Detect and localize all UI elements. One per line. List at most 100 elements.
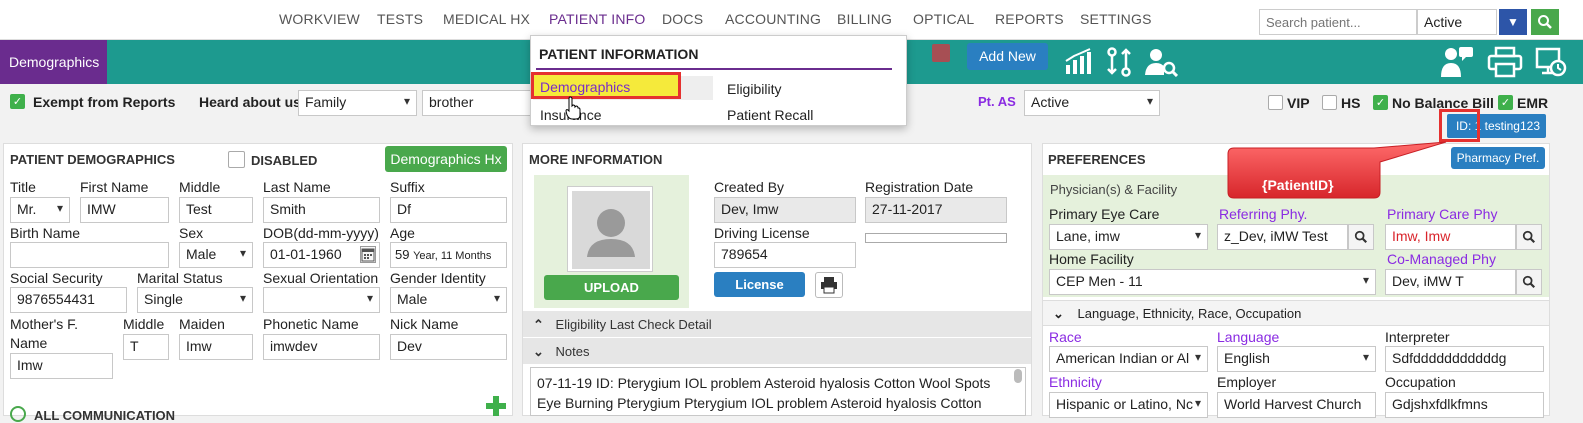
ethnicity-label: Ethnicity: [1049, 374, 1102, 390]
nav-billing[interactable]: BILLING: [837, 11, 892, 27]
orientation-select[interactable]: [263, 287, 380, 313]
add-icon[interactable]: [486, 396, 506, 416]
preferences-title: PREFERENCES: [1048, 152, 1146, 167]
nav-tests[interactable]: TESTS: [377, 11, 423, 27]
middle-input[interactable]: Test: [179, 197, 253, 223]
title-label: Title: [10, 179, 36, 195]
interpreter-input[interactable]: Sdfdddddddddddg: [1385, 346, 1544, 372]
referring-input[interactable]: z_Dev, iMW Test: [1217, 224, 1348, 250]
employer-input[interactable]: World Harvest Church: [1217, 392, 1376, 418]
pcp-label: Primary Care Phy: [1387, 206, 1498, 222]
birth-name-input[interactable]: [10, 242, 169, 268]
suffix-input[interactable]: Df: [390, 197, 507, 223]
language-label: Language: [1217, 329, 1280, 345]
orientation-label: Sexual Orientation: [263, 270, 379, 286]
mothers-name-input[interactable]: Imw: [10, 353, 113, 379]
referring-search-button[interactable]: [1348, 224, 1374, 250]
tab-demographics[interactable]: Demographics: [0, 40, 107, 84]
disabled-label: DISABLED: [251, 153, 318, 168]
status-select[interactable]: Active: [1417, 9, 1497, 35]
nav-settings[interactable]: SETTINGS: [1080, 11, 1152, 27]
nav-optical[interactable]: OPTICAL: [913, 11, 974, 27]
reg-date-field: 27-11-2017: [865, 197, 1007, 223]
search-button[interactable]: [1531, 9, 1559, 35]
demographics-hx-button[interactable]: Demographics Hx: [385, 146, 507, 172]
first-name-input[interactable]: IMW: [80, 197, 169, 223]
phonetic-label: Phonetic Name: [263, 316, 359, 332]
no-balance-checkbox[interactable]: ✓: [1373, 95, 1388, 110]
gender-select[interactable]: Male: [390, 287, 507, 313]
notes-section[interactable]: ⌄ Notes: [523, 338, 1031, 364]
hand-cursor-icon: [565, 96, 581, 120]
patient-id-callout-shape: [1227, 141, 1447, 199]
dob-input[interactable]: 01-01-1960: [263, 242, 380, 268]
home-facility-select[interactable]: CEP Men - 11: [1049, 269, 1376, 295]
nick-input[interactable]: Dev: [390, 334, 507, 360]
pt-as-select[interactable]: Active: [1024, 90, 1160, 116]
sex-select[interactable]: Male: [179, 242, 253, 268]
comanaged-search-button[interactable]: [1516, 269, 1542, 295]
notes-textarea[interactable]: 07-11-19 ID: Pterygium IOL problem Aster…: [530, 367, 1026, 416]
patient-chat-icon[interactable]: [1440, 45, 1474, 79]
emr-checkbox[interactable]: ✓: [1498, 95, 1513, 110]
hs-label: HS: [1341, 95, 1361, 111]
search-icon: [1522, 275, 1536, 289]
dl-input[interactable]: 789654: [714, 242, 856, 268]
chart-icon[interactable]: [1063, 47, 1093, 77]
nav-medical-hx[interactable]: MEDICAL HX: [443, 11, 530, 27]
search-input[interactable]: [1259, 9, 1417, 35]
nav-docs[interactable]: DOCS: [662, 11, 703, 27]
dropdown-item-eligibility[interactable]: Eligibility: [727, 81, 781, 97]
pcp-search-button[interactable]: [1516, 224, 1542, 250]
dob-value: 01-01-1960: [270, 246, 342, 262]
ssn-input[interactable]: 9876554431: [10, 287, 127, 313]
alert-icon[interactable]: [932, 44, 950, 62]
add-new-button[interactable]: Add New: [967, 43, 1048, 70]
language-select[interactable]: English: [1217, 346, 1376, 372]
printer-icon[interactable]: [1487, 46, 1523, 78]
vip-checkbox[interactable]: [1268, 95, 1283, 110]
phonetic-input[interactable]: imwdev: [263, 334, 380, 360]
disabled-checkbox[interactable]: [228, 151, 245, 168]
primary-eye-select[interactable]: Lane, imw: [1049, 224, 1208, 250]
heard-select[interactable]: Family: [298, 90, 417, 116]
top-nav: WORKVIEW TESTS MEDICAL HX PATIENT INFO D…: [0, 0, 1583, 40]
maiden-input[interactable]: Imw: [179, 334, 253, 360]
nav-workview[interactable]: WORKVIEW: [279, 11, 360, 27]
print-license-button[interactable]: [815, 272, 843, 298]
dropdown-divider: [536, 68, 892, 70]
user-search-icon[interactable]: [1144, 47, 1178, 77]
nav-patient-info[interactable]: PATIENT INFO: [549, 11, 646, 38]
nav-accounting[interactable]: ACCOUNTING: [725, 11, 821, 27]
title-select[interactable]: Mr.: [10, 197, 70, 223]
dl-label: Driving License: [714, 225, 810, 241]
sex-label: Sex: [179, 225, 204, 241]
dropdown-item-patient-recall[interactable]: Patient Recall: [727, 107, 813, 123]
nav-reports[interactable]: REPORTS: [995, 11, 1064, 27]
pcp-input[interactable]: Imw, Imw: [1385, 224, 1516, 250]
dropdown-title: PATIENT INFORMATION: [539, 46, 699, 62]
status-dropdown-button[interactable]: ▼: [1499, 9, 1527, 35]
eligibility-section[interactable]: ⌃ Eligibility Last Check Detail: [523, 311, 1031, 337]
marital-select[interactable]: Single: [137, 287, 253, 313]
race-select[interactable]: American Indian or Al: [1049, 346, 1208, 372]
heard-detail-input[interactable]: brother: [422, 90, 532, 116]
notes-scrollbar[interactable]: [1014, 369, 1022, 383]
communication-toggle-icon[interactable]: [10, 406, 26, 422]
upload-button[interactable]: UPLOAD: [544, 275, 679, 300]
calendar-icon[interactable]: [360, 246, 376, 263]
ethnicity-select[interactable]: Hispanic or Latino, Nc: [1049, 392, 1208, 418]
exempt-checkbox[interactable]: ✓: [10, 94, 25, 109]
hs-checkbox[interactable]: [1322, 95, 1337, 110]
monitor-clock-icon[interactable]: [1535, 46, 1567, 78]
occupation-input[interactable]: Gdjshxfdlkfmns: [1385, 392, 1544, 418]
occupation-label: Occupation: [1385, 374, 1456, 390]
pharmacy-pref-button[interactable]: Pharmacy Pref.: [1451, 147, 1545, 169]
suffix-label: Suffix: [390, 179, 425, 195]
last-name-input[interactable]: Smith: [263, 197, 380, 223]
license-button[interactable]: License: [714, 272, 805, 297]
compare-icon[interactable]: [1106, 47, 1132, 77]
mothers-middle-input[interactable]: T: [123, 334, 169, 360]
comanaged-input[interactable]: Dev, iMW T: [1385, 269, 1516, 295]
language-section[interactable]: ⌄ Language, Ethnicity, Race, Occupation: [1043, 300, 1549, 326]
